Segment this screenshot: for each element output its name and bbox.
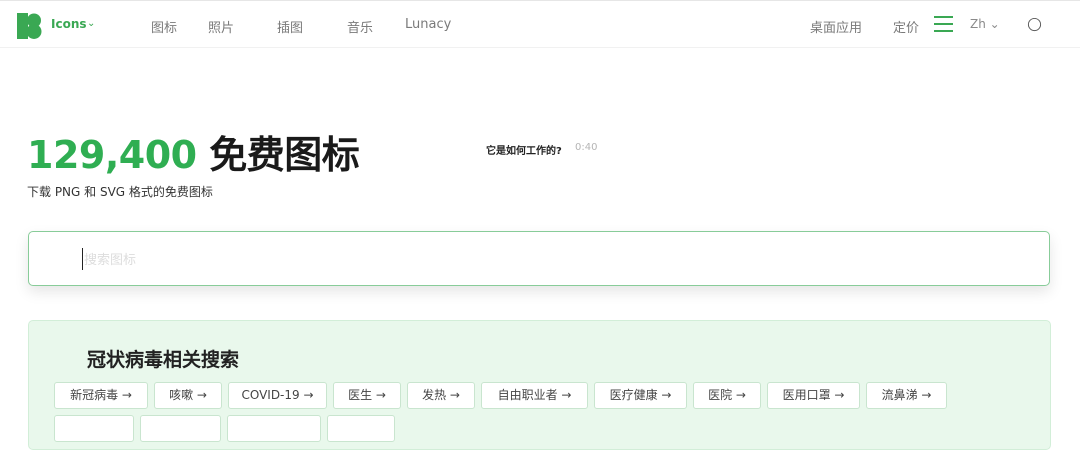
tag-fever[interactable]: 发热 → xyxy=(407,382,475,409)
how-it-works-link[interactable]: 它是如何工作的? xyxy=(486,142,562,157)
tag-doctor[interactable]: 医生 → xyxy=(333,382,401,409)
text-caret xyxy=(82,248,83,270)
tag-medical-mask[interactable]: 医用口罩 → xyxy=(767,382,860,409)
nav-illustrations[interactable]: 插图 xyxy=(277,17,303,36)
tag-healthcare[interactable]: 医疗健康 → xyxy=(594,382,687,409)
tag-cough[interactable]: 咳嗽 → xyxy=(154,382,222,409)
nav-pricing[interactable]: 定价 xyxy=(893,17,919,36)
tag-row2-1[interactable] xyxy=(54,415,134,442)
chevron-down-icon: ⌄ xyxy=(87,18,96,29)
tag-row2-3[interactable] xyxy=(227,415,321,442)
tag-row2-2[interactable] xyxy=(140,415,221,442)
nav-icons[interactable]: 图标 xyxy=(151,17,177,36)
icon-count: 129,400 xyxy=(27,133,197,177)
moon-icon[interactable] xyxy=(1027,17,1042,32)
language-switcher[interactable]: Zh ⌄ xyxy=(970,17,1000,31)
video-duration: 0:40 xyxy=(575,142,598,153)
tag-covid-19[interactable]: COVID-19 → xyxy=(228,382,327,409)
title-text: 免费图标 xyxy=(196,133,360,177)
nav-desktop-app[interactable]: 桌面应用 xyxy=(810,17,862,36)
search-box[interactable] xyxy=(28,231,1050,286)
nav-photos[interactable]: 照片 xyxy=(208,17,234,36)
page-title: 129,400 免费图标 xyxy=(27,124,360,179)
tag-row2-4[interactable] xyxy=(327,415,395,442)
search-input[interactable] xyxy=(82,246,986,274)
tag-new-coronavirus[interactable]: 新冠病毒 → xyxy=(54,382,148,409)
related-searches-title: 冠状病毒相关搜索 xyxy=(87,349,240,371)
top-navbar: Icons ⌄ 图标 照片 插图 音乐 Lunacy 桌面应用 定价 Zh ⌄ xyxy=(0,0,1080,48)
hamburger-icon[interactable] xyxy=(934,16,953,32)
tag-runny-nose[interactable]: 流鼻涕 → xyxy=(866,382,947,409)
nav-lunacy[interactable]: Lunacy xyxy=(405,17,451,32)
tag-freelancer[interactable]: 自由职业者 → xyxy=(481,382,588,409)
icons8-logo-icon[interactable] xyxy=(17,13,43,39)
language-label: Zh xyxy=(970,17,986,31)
page-subtitle: 下载 PNG 和 SVG 格式的免费图标 xyxy=(27,185,213,199)
tag-hospital[interactable]: 医院 → xyxy=(693,382,761,409)
brand-switcher[interactable]: Icons xyxy=(51,17,87,31)
nav-music[interactable]: 音乐 xyxy=(347,17,373,36)
